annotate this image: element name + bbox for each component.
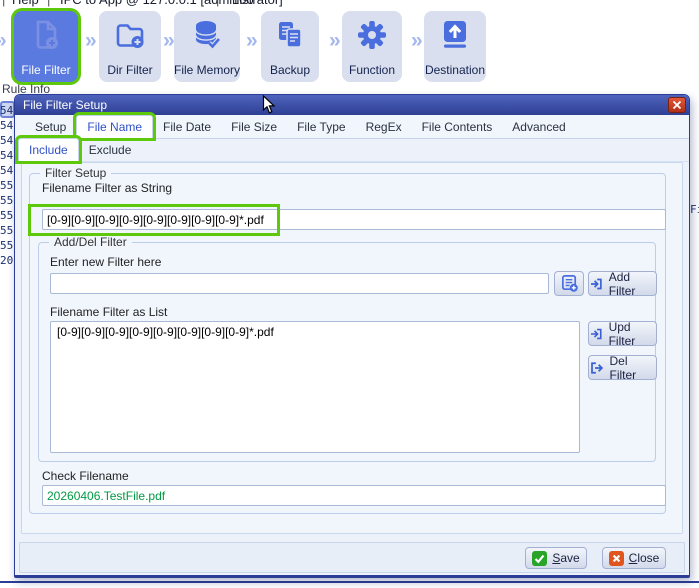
filename-filter-string-label: Filename Filter as String xyxy=(42,181,173,195)
gear-icon xyxy=(342,17,402,53)
dialog-close-button[interactable] xyxy=(668,97,686,113)
folder-plus-icon xyxy=(99,17,161,53)
chevron-separator-icon: » xyxy=(85,29,97,52)
background-log-fragment: 54 xyxy=(0,164,14,177)
dialog-titlebar[interactable]: File Filter Setup xyxy=(15,95,689,115)
del-filter-label: Del Filter xyxy=(609,353,637,382)
upload-arrow-icon xyxy=(424,17,486,53)
background-log-fragment: 54 xyxy=(0,134,14,147)
tab-file-name[interactable]: File Name xyxy=(76,115,154,138)
background-log-fragment: 55 xyxy=(0,224,14,237)
toolbar-button-label: Function xyxy=(348,63,396,77)
background-log-fragment: 55 xyxy=(0,194,14,207)
add-del-filter-legend: Add/Del Filter xyxy=(49,235,132,249)
list-plus-icon xyxy=(561,275,578,292)
toolbar-button-label: File Filter xyxy=(21,63,71,77)
save-check-icon xyxy=(532,550,548,566)
subtab-strip: Include Exclude xyxy=(15,138,689,162)
save-button[interactable]: Save xyxy=(525,547,587,569)
chevron-separator-icon: » xyxy=(246,29,258,52)
background-log-fragment: 55 xyxy=(0,179,14,192)
arrow-in-icon xyxy=(591,328,602,339)
enter-new-filter-label: Enter new Filter here xyxy=(50,255,162,269)
save-label: Save xyxy=(552,551,580,565)
tab-file-date[interactable]: File Date xyxy=(153,116,221,138)
toolbar-button-dir-filter[interactable]: Dir Filter xyxy=(99,11,161,82)
dialog-title: File Filter Setup xyxy=(23,98,108,112)
background-log-fragment: 54 xyxy=(0,119,14,132)
upd-filter-button[interactable]: Upd Filter xyxy=(588,319,657,348)
toolbar-button-file-memory[interactable]: File Memory xyxy=(174,11,240,82)
add-filter-button[interactable]: Add Filter xyxy=(588,269,657,298)
chevron-separator-icon: » xyxy=(329,29,341,52)
mouse-cursor xyxy=(262,94,276,120)
chevron-separator-icon: » xyxy=(163,29,175,52)
tab-advanced[interactable]: Advanced xyxy=(502,116,575,138)
background-log-fragment: 54 xyxy=(0,149,14,162)
check-filename-input[interactable] xyxy=(42,485,666,506)
file-plus-icon xyxy=(14,17,78,53)
arrow-in-icon xyxy=(591,278,602,289)
chevron-separator-icon: » xyxy=(0,29,7,53)
background-log-fragment: 55 xyxy=(0,239,14,252)
background-log-fragment: 54 xyxy=(0,104,14,117)
filter-list-tool-button[interactable] xyxy=(554,271,584,296)
tab-setup[interactable]: Setup xyxy=(25,116,76,138)
background-log-fragment: 20 xyxy=(0,254,14,267)
new-filter-input[interactable] xyxy=(50,273,549,294)
menu-bar: | Help | IPC to App @ 127.0.0.1 [adminis… xyxy=(0,0,699,10)
dialog-footer: Save Close xyxy=(19,542,685,573)
close-icon xyxy=(672,100,682,110)
tab-file-type[interactable]: File Type xyxy=(287,116,355,138)
close-label: Close xyxy=(628,551,660,565)
toolbar-button-destination[interactable]: Destination xyxy=(424,11,486,82)
menu-separator: | xyxy=(2,0,5,7)
menu-item-help[interactable]: Help xyxy=(12,0,39,7)
menu-separator: | xyxy=(216,0,219,7)
toolbar-button-label: File Memory xyxy=(174,63,241,77)
close-x-icon xyxy=(608,550,624,566)
upd-filter-label: Upd Filter xyxy=(608,319,636,348)
arrow-out-icon xyxy=(591,361,604,374)
background-text-fragment: Fi xyxy=(690,203,699,216)
menu-separator: | xyxy=(47,0,50,7)
filter-list-item[interactable]: [0-9][0-9][0-9][0-9][0-9][0-9][0-9][0-9]… xyxy=(51,322,579,342)
background-window-edge xyxy=(0,581,699,583)
toolbar-button-function[interactable]: Function xyxy=(342,11,402,82)
toolbar-button-backup[interactable]: Backup xyxy=(261,11,319,82)
toolbar-button-label: Destination xyxy=(424,63,486,77)
copy-documents-icon xyxy=(261,17,319,53)
filename-filter-string-input[interactable] xyxy=(42,209,666,230)
tab-page-panel: Filter Setup Filename Filter as String A… xyxy=(21,162,683,534)
close-button[interactable]: Close xyxy=(602,547,666,569)
filter-listbox[interactable]: [0-9][0-9][0-9][0-9][0-9][0-9][0-9][0-9]… xyxy=(50,321,580,453)
del-filter-button[interactable]: Del Filter xyxy=(588,353,657,382)
database-check-icon xyxy=(174,17,240,53)
tab-file-contents[interactable]: File Contents xyxy=(412,116,503,138)
filename-filter-list-label: Filename Filter as List xyxy=(50,305,168,319)
tab-regex[interactable]: RegEx xyxy=(356,116,412,138)
filter-setup-legend: Filter Setup xyxy=(40,166,112,180)
tab-strip: Setup File Name File Date File Size File… xyxy=(15,115,689,139)
menu-item-count: 100 xyxy=(232,0,254,7)
chevron-separator-icon: » xyxy=(411,29,423,52)
subtab-exclude[interactable]: Exclude xyxy=(79,139,142,161)
subtab-include[interactable]: Include xyxy=(18,138,79,161)
file-filter-setup-dialog: File Filter Setup Setup File Name File D… xyxy=(14,94,690,578)
add-filter-label: Add Filter xyxy=(608,269,636,298)
screen: | Help | IPC to App @ 127.0.0.1 [adminis… xyxy=(0,0,699,588)
tab-file-size[interactable]: File Size xyxy=(221,116,287,138)
toolbar-button-label: Backup xyxy=(269,63,311,77)
background-log-fragment: 55 xyxy=(0,209,14,222)
toolbar-button-file-filter[interactable]: File Filter xyxy=(14,11,78,82)
toolbar-button-label: Dir Filter xyxy=(107,63,153,77)
check-filename-label: Check Filename xyxy=(42,469,129,483)
